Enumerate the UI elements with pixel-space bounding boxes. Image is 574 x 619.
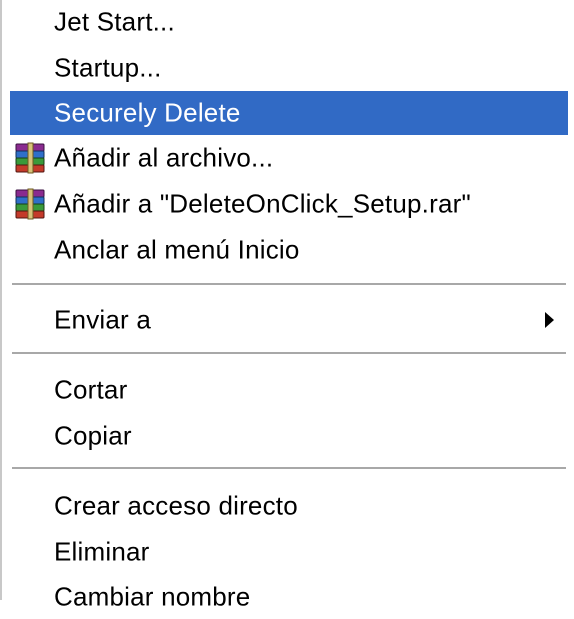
menu-item-securely-delete[interactable]: Securely Delete: [10, 91, 568, 135]
menu-item-label: Cortar: [54, 374, 128, 405]
menu-item-rename[interactable]: Cambiar nombre: [10, 575, 568, 619]
submenu-arrow-icon: [545, 312, 554, 328]
menu-item-label: Cambiar nombre: [54, 581, 251, 612]
menu-item-label: Startup...: [54, 52, 162, 83]
menu-item-label: Copiar: [54, 420, 132, 451]
menu-item-copy[interactable]: Copiar: [10, 414, 568, 458]
menu-item-label: Crear acceso directo: [54, 490, 298, 521]
menu-item-send-to[interactable]: Enviar a: [10, 298, 568, 342]
menu-item-pin-to-start[interactable]: Anclar al menú Inicio: [10, 228, 568, 272]
menu-item-label: Securely Delete: [54, 97, 241, 128]
winrar-archive-icon: [12, 141, 50, 175]
context-menu: Jet Start... Startup... Securely Delete …: [0, 0, 574, 612]
menu-separator: [12, 352, 566, 355]
winrar-archive-icon: [12, 187, 50, 221]
menu-item-label: Anclar al menú Inicio: [54, 234, 300, 265]
menu-item-label: Jet Start...: [54, 6, 175, 37]
menu-item-add-to-archive[interactable]: Añadir al archivo...: [10, 136, 568, 180]
menu-item-delete[interactable]: Eliminar: [10, 530, 568, 574]
menu-item-label: Añadir a "DeleteOnClick_Setup.rar": [54, 188, 471, 219]
menu-item-create-shortcut[interactable]: Crear acceso directo: [10, 484, 568, 528]
menu-item-jet-start[interactable]: Jet Start...: [10, 0, 568, 44]
menu-item-label: Enviar a: [54, 304, 151, 335]
menu-item-cut[interactable]: Cortar: [10, 368, 568, 412]
menu-item-add-to-rar[interactable]: Añadir a "DeleteOnClick_Setup.rar": [10, 182, 568, 226]
menu-item-startup[interactable]: Startup...: [10, 46, 568, 90]
menu-separator: [12, 467, 566, 470]
menu-item-label: Eliminar: [54, 536, 150, 567]
menu-separator: [12, 283, 566, 286]
menu-item-label: Añadir al archivo...: [54, 142, 274, 173]
